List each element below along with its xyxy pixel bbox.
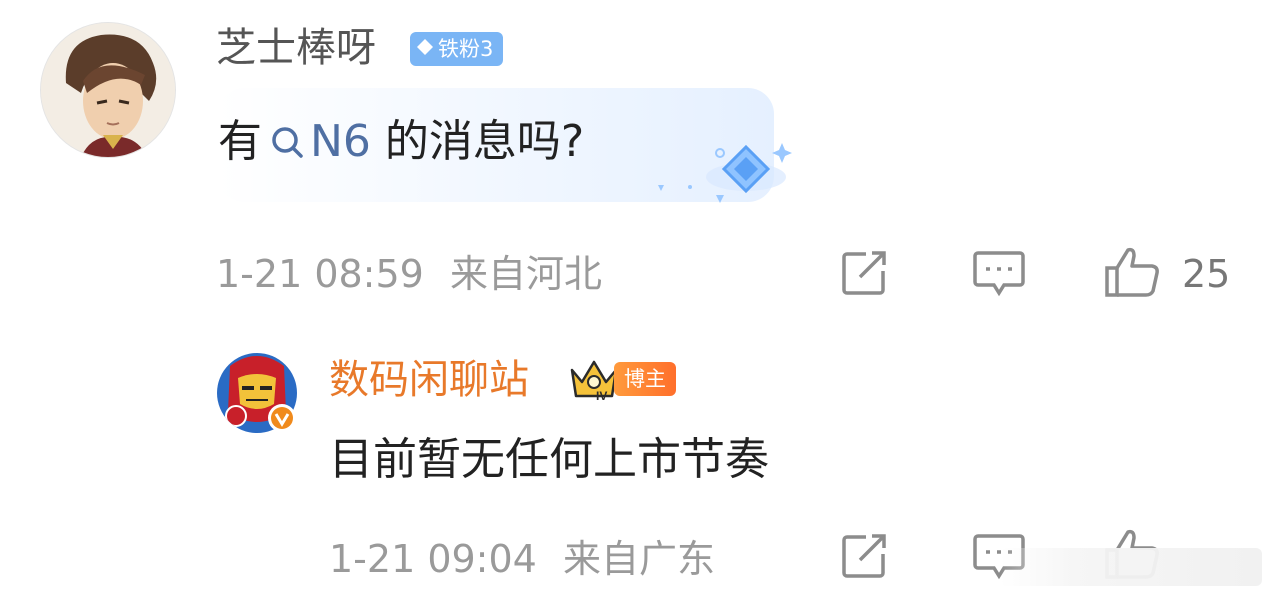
comment-meta: 1-21 08:59 来自河北 (216, 248, 602, 300)
diamond-icon (416, 32, 434, 66)
svg-text:IV: IV (596, 389, 607, 402)
commenter-name[interactable]: 芝士棒呀 (216, 22, 376, 74)
topic-label: N6 (310, 116, 371, 167)
crown-icon: IV (570, 360, 618, 402)
topic-link[interactable]: N6 (268, 110, 371, 174)
verified-icon (268, 404, 296, 432)
watermark-overlay (1000, 548, 1262, 586)
comment-text-prefix: 有 (218, 116, 262, 167)
fan-badge-label: 铁粉3 (438, 37, 494, 61)
share-icon[interactable] (840, 532, 890, 580)
reply-time: 1-21 09:04 (329, 537, 537, 581)
reply-avatar[interactable] (216, 352, 298, 434)
like-count: 25 (1182, 252, 1231, 296)
comment-location: 来自河北 (449, 252, 602, 296)
fan-badge[interactable]: 铁粉3 (410, 32, 504, 66)
like-icon[interactable] (1104, 246, 1160, 298)
comment-icon[interactable] (972, 249, 1026, 297)
comment-text-suffix: 的消息吗? (384, 116, 585, 167)
diamond-decoration-icon (658, 143, 792, 203)
reply-author-name[interactable]: 数码闲聊站 (329, 352, 529, 408)
comment-text: 有 N6 的消息吗? (218, 110, 584, 174)
reply-text: 目前暂无任何上市节奏 (329, 434, 769, 485)
comment-time: 1-21 08:59 (216, 252, 424, 296)
search-icon (272, 127, 303, 158)
commenter-avatar[interactable] (40, 22, 176, 158)
reply-location: 来自广东 (562, 537, 715, 581)
blogger-badge: 博主 (614, 362, 676, 396)
share-icon[interactable] (840, 249, 890, 297)
reply-meta: 1-21 09:04 来自广东 (329, 533, 715, 585)
